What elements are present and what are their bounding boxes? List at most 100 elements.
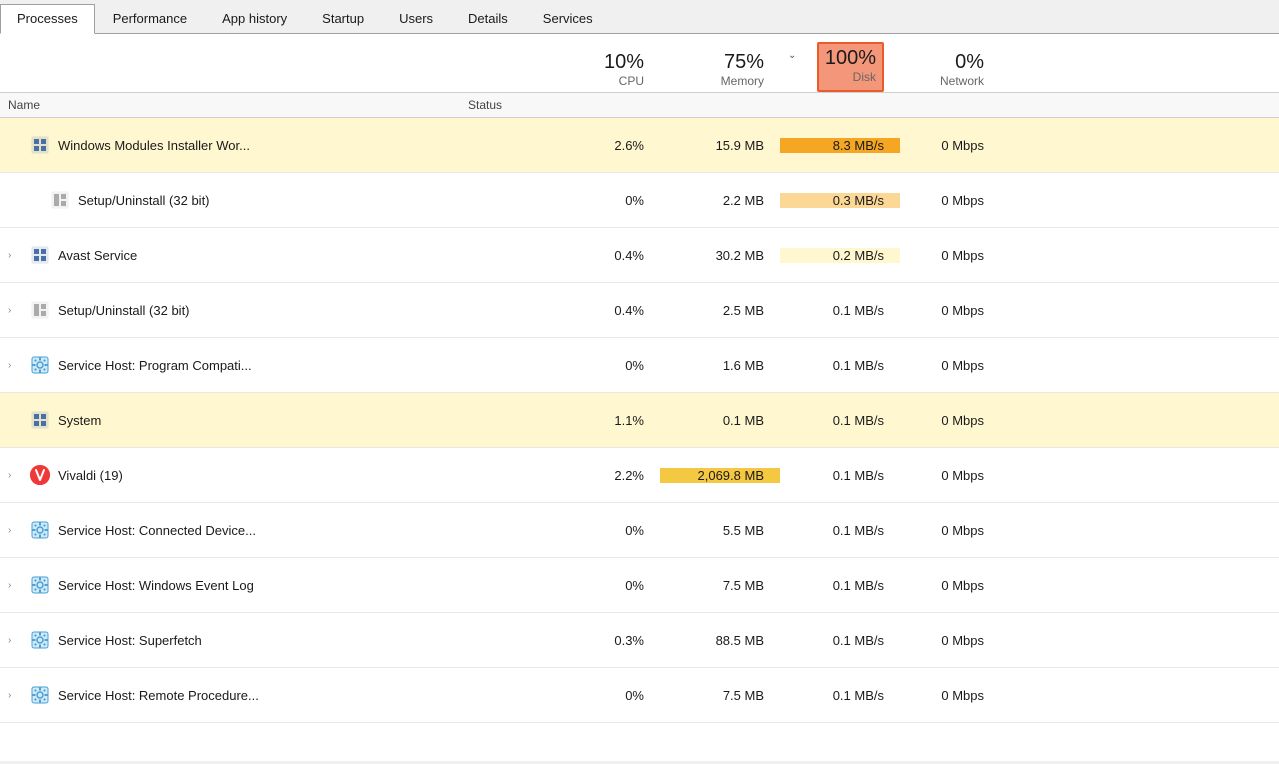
process-name: System — [58, 413, 101, 428]
cell-name: › Avast Service — [0, 245, 460, 265]
column-labels: Name Status — [0, 92, 1279, 117]
cell-name: Windows Modules Installer Wor... — [0, 135, 460, 155]
col-header-name[interactable]: Name — [0, 96, 460, 114]
cell-memory: 0.1 MB — [660, 413, 780, 428]
tab-processes[interactable]: Processes — [0, 4, 95, 34]
table-row[interactable]: › Avast Service 0.4% 30.2 MB 0.2 MB/s 0 … — [0, 228, 1279, 283]
table-row[interactable]: Setup/Uninstall (32 bit) 0% 2.2 MB 0.3 M… — [0, 173, 1279, 228]
cell-memory: 5.5 MB — [660, 523, 780, 538]
memory-percent: 75% — [660, 50, 764, 74]
cell-disk: 0.1 MB/s — [780, 468, 900, 483]
process-name: Avast Service — [58, 248, 137, 263]
cell-disk: 0.1 MB/s — [780, 303, 900, 318]
expand-arrow[interactable]: › — [8, 525, 22, 536]
module-icon — [30, 135, 50, 155]
gear-icon — [30, 355, 50, 375]
table-row[interactable]: › Service Host: Program Compati... 0% 1.… — [0, 338, 1279, 393]
expand-arrow[interactable]: › — [8, 690, 22, 701]
tab-app-history[interactable]: App history — [205, 4, 304, 33]
cell-cpu: 0.3% — [560, 633, 660, 648]
cell-cpu: 0.4% — [560, 303, 660, 318]
setup-icon — [30, 300, 50, 320]
table-row[interactable]: › Service Host: Superfetch 0.3% 88.5 MB … — [0, 613, 1279, 668]
table-row[interactable]: › Service Host: Connected Device... 0% 5… — [0, 503, 1279, 558]
col-header-cpu[interactable] — [560, 103, 660, 107]
memory-summary: 75% Memory — [660, 50, 780, 92]
network-summary: 0% Network — [900, 50, 1000, 92]
expand-arrow[interactable]: › — [8, 470, 22, 481]
col-header-network[interactable] — [900, 103, 1000, 107]
cell-network: 0 Mbps — [900, 248, 1000, 263]
cell-network: 0 Mbps — [900, 688, 1000, 703]
process-name: Service Host: Windows Event Log — [58, 578, 254, 593]
tab-performance[interactable]: Performance — [96, 4, 204, 33]
cell-memory: 2.5 MB — [660, 303, 780, 318]
cell-name: Setup/Uninstall (32 bit) — [0, 190, 460, 210]
cpu-percent: 10% — [560, 50, 644, 74]
cell-memory: 30.2 MB — [660, 248, 780, 263]
tab-users[interactable]: Users — [382, 4, 450, 33]
cell-name: › Service Host: Connected Device... — [0, 520, 460, 540]
expand-arrow[interactable]: › — [8, 250, 22, 261]
cell-name: › Vivaldi (19) — [0, 465, 460, 485]
process-name: Setup/Uninstall (32 bit) — [78, 193, 210, 208]
cell-disk: 0.1 MB/s — [780, 413, 900, 428]
process-name: Setup/Uninstall (32 bit) — [58, 303, 190, 318]
cell-network: 0 Mbps — [900, 358, 1000, 373]
cell-network: 0 Mbps — [900, 138, 1000, 153]
process-name: Vivaldi (19) — [58, 468, 123, 483]
gear-icon — [30, 575, 50, 595]
setup-icon — [50, 190, 70, 210]
cell-disk: 0.1 MB/s — [780, 633, 900, 648]
cell-disk: 8.3 MB/s — [780, 138, 900, 153]
table-row[interactable]: › Vivaldi (19) 2.2% 2,069.8 MB 0.1 MB/s … — [0, 448, 1279, 503]
process-name: Service Host: Connected Device... — [58, 523, 256, 538]
memory-label: Memory — [660, 74, 764, 92]
cell-disk: 0.1 MB/s — [780, 688, 900, 703]
table-row[interactable]: › Setup/Uninstall (32 bit) 0.4% 2.5 MB 0… — [0, 283, 1279, 338]
tab-bar: Processes Performance App history Startu… — [0, 0, 1279, 34]
expand-arrow[interactable]: › — [8, 635, 22, 646]
expand-arrow[interactable]: › — [8, 580, 22, 591]
process-name: Service Host: Remote Procedure... — [58, 688, 259, 703]
cell-cpu: 0.4% — [560, 248, 660, 263]
cell-memory: 2.2 MB — [660, 193, 780, 208]
network-percent: 0% — [900, 50, 984, 74]
tab-details[interactable]: Details — [451, 4, 525, 33]
table-row[interactable]: System 1.1% 0.1 MB 0.1 MB/s 0 Mbps — [0, 393, 1279, 448]
cell-memory: 7.5 MB — [660, 578, 780, 593]
col-header-memory[interactable] — [660, 103, 780, 107]
cell-memory: 2,069.8 MB — [660, 468, 780, 483]
col-name-spacer — [0, 86, 460, 92]
table-row[interactable]: Windows Modules Installer Wor... 2.6% 15… — [0, 118, 1279, 173]
cell-network: 0 Mbps — [900, 303, 1000, 318]
cell-memory: 7.5 MB — [660, 688, 780, 703]
cell-network: 0 Mbps — [900, 468, 1000, 483]
cell-cpu: 0% — [560, 578, 660, 593]
cell-network: 0 Mbps — [900, 413, 1000, 428]
main-content: 10% CPU 75% Memory ⌄ 100% Disk 0% Networ… — [0, 34, 1279, 761]
process-table: Windows Modules Installer Wor... 2.6% 15… — [0, 118, 1279, 761]
col-header-disk[interactable] — [780, 103, 900, 107]
cell-memory: 1.6 MB — [660, 358, 780, 373]
cell-disk: 0.1 MB/s — [780, 358, 900, 373]
tab-startup[interactable]: Startup — [305, 4, 381, 33]
percent-row: 10% CPU 75% Memory ⌄ 100% Disk 0% Networ… — [0, 34, 1279, 92]
cell-disk: 0.1 MB/s — [780, 523, 900, 538]
process-name: Service Host: Program Compati... — [58, 358, 252, 373]
cell-disk: 0.3 MB/s — [780, 193, 900, 208]
cell-name: › Service Host: Program Compati... — [0, 355, 460, 375]
col-header-status[interactable]: Status — [460, 96, 560, 114]
expand-arrow[interactable]: › — [8, 305, 22, 316]
table-row[interactable]: › Service Host: Remote Procedure... 0% 7… — [0, 668, 1279, 723]
cell-name: › Service Host: Superfetch — [0, 630, 460, 650]
expand-arrow[interactable]: › — [8, 360, 22, 371]
cell-network: 0 Mbps — [900, 523, 1000, 538]
cell-disk: 0.1 MB/s — [780, 578, 900, 593]
disk-percent: 100% — [825, 46, 876, 70]
cell-network: 0 Mbps — [900, 193, 1000, 208]
table-row[interactable]: › Service Host: Windows Event Log 0% 7.5… — [0, 558, 1279, 613]
disk-summary[interactable]: ⌄ 100% Disk — [780, 42, 900, 92]
cell-cpu: 0% — [560, 358, 660, 373]
tab-services[interactable]: Services — [526, 4, 610, 33]
